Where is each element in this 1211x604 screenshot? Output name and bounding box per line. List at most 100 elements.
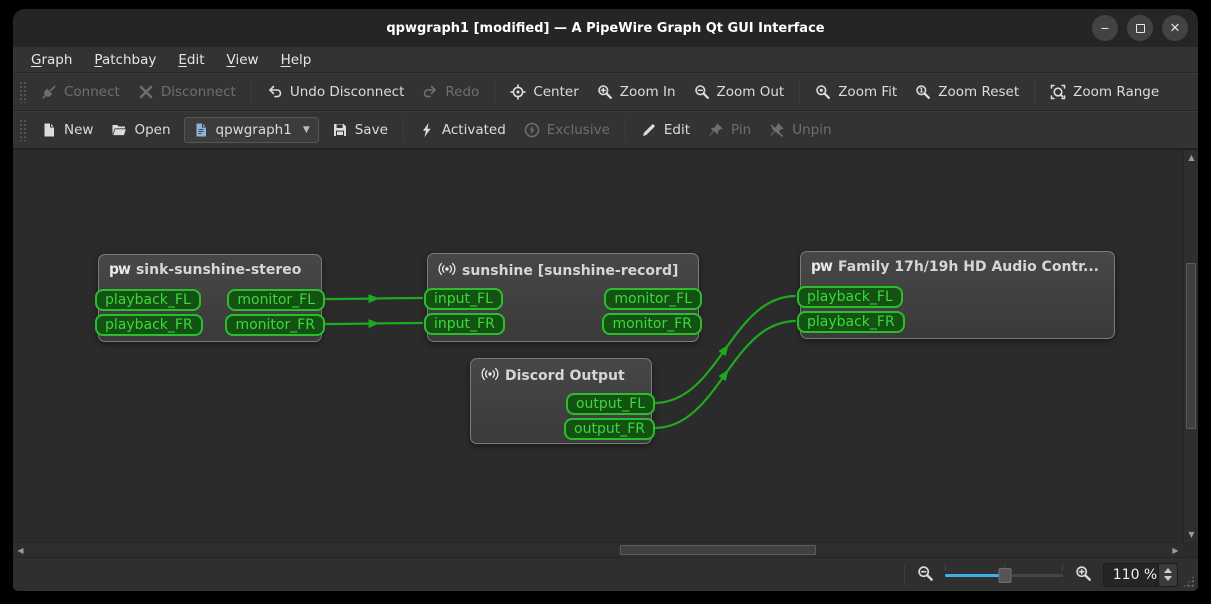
save-button[interactable]: Save [323,117,397,143]
scroll-left-icon[interactable]: ◀ [13,543,28,557]
horizontal-scrollbar-thumb[interactable] [620,545,816,555]
zoom-in-icon [597,84,613,100]
zoom-range-button[interactable]: Zoom Range [1041,79,1168,105]
zoom-slider-handle[interactable] [998,567,1012,583]
node-title: Family 17h/19h HD Audio Contr... [837,259,1099,275]
window-title: qpwgraph1 [modified] — A PipeWire Graph … [386,20,825,36]
toolbar-separator [624,118,626,142]
button-label: qpwgraph1 [215,122,292,138]
broadcast-icon [438,261,456,280]
close-button[interactable]: × [1162,15,1188,41]
zoom-reset-button[interactable]: 1 Zoom Reset [906,79,1028,105]
broadcast-icon [481,366,499,385]
menu-patchbay[interactable]: Patchbay [84,49,166,71]
open-button[interactable]: Open [102,117,179,143]
port-family-17h-19h-hd-audio-contr-playback-fr[interactable]: playback_FR [797,311,905,333]
node-title: sunshine [sunshine-record] [462,262,679,279]
button-label: Unpin [792,122,832,138]
zoom-slider[interactable] [945,564,1063,585]
node-discord-output[interactable]: Discord Output output_FL output_FR [470,358,655,444]
zoom-in-icon [1075,565,1092,585]
connect-button[interactable]: Connect [32,79,129,105]
port-sink-sunshine-stereo-playback-fl[interactable]: playback_FL [95,289,201,311]
button-label: Pin [731,122,752,138]
vertical-scrollbar-thumb[interactable] [1186,263,1196,429]
zoom-in-button[interactable]: Zoom In [588,79,685,105]
port-sunshine-sunshine-record-monitor-fr[interactable]: monitor_FR [602,313,702,335]
slider-tick [945,564,946,571]
button-label: Connect [64,84,120,100]
node-title: Discord Output [505,367,625,384]
pin-button[interactable]: Pin [699,117,760,143]
port-sink-sunshine-stereo-playback-fr[interactable]: playback_FR [95,314,203,336]
minimize-button[interactable]: − [1092,15,1118,41]
activated-button[interactable]: Activated [410,117,515,143]
node-sink-sunshine-stereo[interactable]: pw sink-sunshine-stereo playback_FLplaybac… [95,254,325,342]
unpin-button[interactable]: Unpin [760,117,840,143]
menu-edit[interactable]: Edit [168,49,214,71]
toolbar-separator [799,80,801,104]
toolbar-patchbay: New Open qpwgraph1 ▼ Save Activated Exclusive E… [13,111,1198,149]
port-sunshine-sunshine-record-input-fl[interactable]: input_FL [424,288,503,310]
node-header[interactable]: sunshine [sunshine-record] [428,254,698,284]
toolbar-drag-handle[interactable] [19,119,26,141]
menubar: Graph Patchbay Edit View Help [13,47,1198,73]
scroll-up-icon[interactable]: ▲ [1184,150,1198,165]
pin-icon [708,122,724,138]
node-header[interactable]: pw Family 17h/19h HD Audio Contr... [801,252,1114,279]
button-label: Activated [441,122,506,138]
minimize-icon: − [1100,20,1110,36]
zoom-range-icon [1050,84,1066,100]
graph-canvas[interactable]: ▲ ▼ ◀ ▶ pw sink-sunshine-stereo playback_F… [13,149,1198,557]
edit-icon [641,122,657,138]
port-sunshine-sunshine-record-input-fr[interactable]: input_FR [424,313,505,335]
menu-help[interactable]: Help [271,49,322,71]
port-family-17h-19h-hd-audio-contr-playback-fl[interactable]: playback_FL [797,286,903,308]
exclusive-button[interactable]: Exclusive [515,117,619,143]
port-sink-sunshine-stereo-monitor-fl[interactable]: monitor_FL [227,289,325,311]
node-header[interactable]: pw sink-sunshine-stereo [99,255,321,282]
edit-button[interactable]: Edit [632,117,699,143]
titlebar[interactable]: qpwgraph1 [modified] — A PipeWire Graph … [13,9,1198,47]
horizontal-scrollbar[interactable]: ◀ ▶ [13,542,1183,557]
zoom-out-icon [694,84,710,100]
qpwgraph1-dropdown[interactable]: qpwgraph1 ▼ [183,117,319,143]
disconnect-button[interactable]: Disconnect [129,79,245,105]
spin-down-icon[interactable] [1164,576,1172,581]
redo-button[interactable]: Redo [413,79,488,105]
vertical-scrollbar[interactable]: ▲ ▼ [1183,150,1198,542]
undo-disconnect-button[interactable]: Undo Disconnect [258,79,414,105]
scroll-right-icon[interactable]: ▶ [1168,543,1183,557]
window-controls: − × [1092,15,1188,41]
menu-graph[interactable]: Graph [21,49,82,71]
port-sink-sunshine-stereo-monitor-fr[interactable]: monitor_FR [225,314,325,336]
new-icon [41,122,57,138]
undo-icon [267,84,283,100]
zoom-spinbox[interactable]: 110 % [1103,562,1178,587]
maximize-button[interactable] [1127,15,1153,41]
resize-grip-icon[interactable] [1182,575,1195,588]
statusbar: 110 % [13,557,1198,591]
zoom-in-button[interactable] [1071,563,1095,587]
scroll-down-icon[interactable]: ▼ [1184,527,1198,542]
node-header[interactable]: Discord Output [471,359,651,389]
center-button[interactable]: Center [501,79,587,105]
port-discord-output-output-fl[interactable]: output_FL [565,393,655,415]
port-discord-output-output-fr[interactable]: output_FR [564,418,655,440]
spin-up-icon[interactable] [1164,568,1172,573]
menu-view[interactable]: View [217,49,269,71]
new-button[interactable]: New [32,117,102,143]
zoom-fit-button[interactable]: Zoom Fit [806,79,906,105]
port-sunshine-sunshine-record-monitor-fl[interactable]: monitor_FL [604,288,702,310]
toolbar-drag-handle[interactable] [19,81,26,103]
zoom-out-button[interactable] [913,563,937,587]
patchbay-file-icon [193,122,209,138]
node-sunshine-sunshine-record[interactable]: sunshine [sunshine-record] input_FL input_… [424,253,702,342]
slider-tick [1062,564,1063,571]
node-family-17h-19h-hd-audio-contr[interactable]: pw Family 17h/19h HD Audio Contr... playba… [797,251,1115,339]
zoom-out-button[interactable]: Zoom Out [685,79,794,105]
disconnect-icon [138,84,154,100]
zoom-fit-icon [815,84,831,100]
spinbox-arrows [1158,563,1177,586]
connection-wires [323,294,797,430]
